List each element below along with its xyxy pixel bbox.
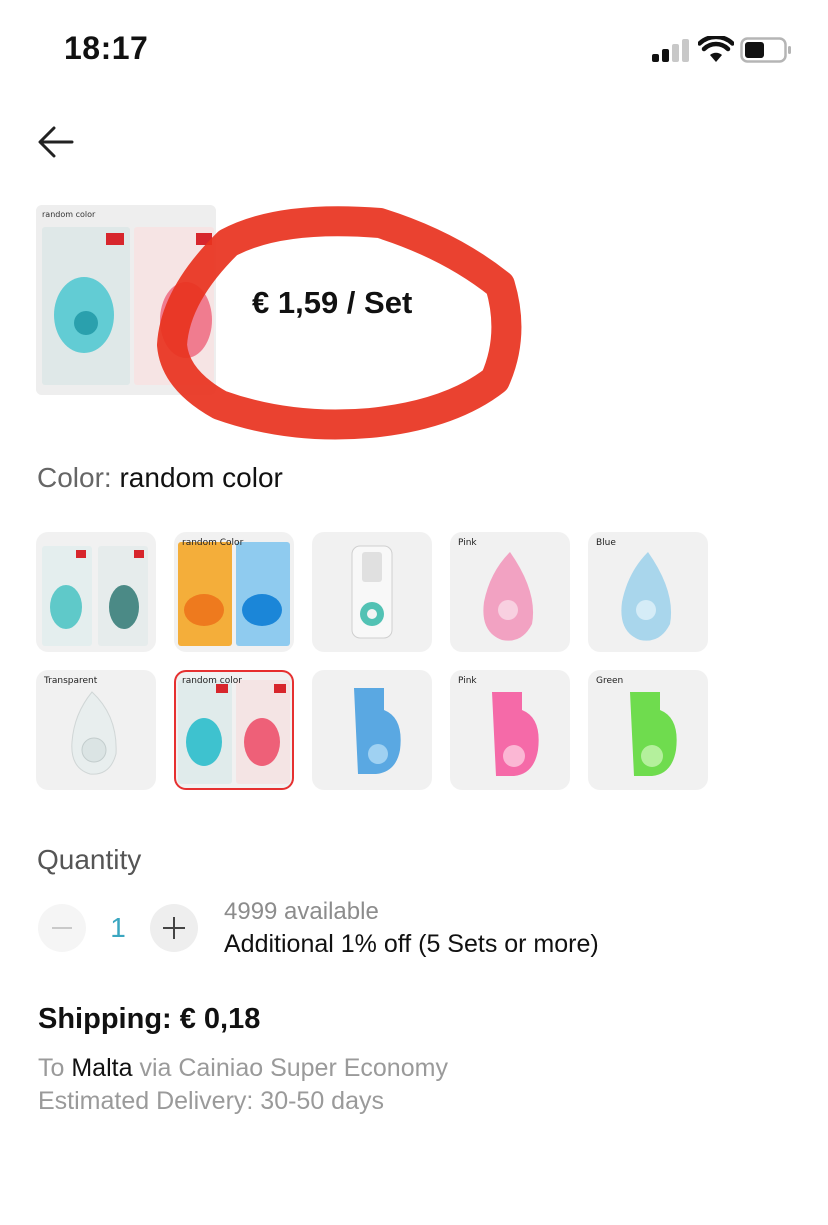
color-label: Color:: [37, 462, 120, 493]
estimated-delivery: Estimated Delivery: 30-50 days: [38, 1087, 384, 1115]
cellular-signal-icon: [652, 38, 692, 62]
color-option-tag: random Color: [182, 538, 244, 548]
quantity-title: Quantity: [37, 844, 142, 875]
status-bar: 18:17: [0, 0, 828, 90]
color-option-tag: Green: [596, 676, 624, 686]
color-option-tag: Pink: [458, 538, 477, 548]
color-value: random color: [119, 462, 283, 493]
color-swatch-grid: random Color Pink Blue Transparent rando…: [36, 532, 716, 790]
color-option-tag: Blue: [596, 538, 616, 548]
wifi-icon: [698, 36, 734, 62]
shipping-to-prefix: To: [38, 1054, 72, 1082]
bulk-discount: Additional 1% off (5 Sets or more): [224, 930, 599, 958]
color-option-tag: Pink: [458, 676, 477, 686]
shipping-carrier: via Cainiao Super Economy: [132, 1054, 448, 1082]
shipping-route: To Malta via Cainiao Super Economy: [38, 1054, 448, 1083]
price-annotation-circle: [157, 206, 522, 440]
color-option-4[interactable]: Pink: [450, 532, 570, 652]
back-arrow-icon[interactable]: [34, 118, 82, 166]
product-price: € 1,59 / Set: [252, 285, 413, 320]
color-option-8[interactable]: [312, 670, 432, 790]
color-option-tag: Transparent: [44, 676, 98, 686]
color-option-6[interactable]: Transparent: [36, 670, 156, 790]
color-option-tag: random color: [182, 676, 242, 686]
color-option-2[interactable]: random Color: [174, 532, 294, 652]
color-selector-title: Color: random color: [37, 462, 283, 494]
shipping-destination[interactable]: Malta: [71, 1054, 132, 1082]
stock-available: 4999 available: [224, 898, 379, 925]
svg-text:random color: random color: [42, 210, 96, 219]
color-option-9[interactable]: Pink: [450, 670, 570, 790]
color-option-5[interactable]: Blue: [588, 532, 708, 652]
color-option-1[interactable]: [36, 532, 156, 652]
color-option-10[interactable]: Green: [588, 670, 708, 790]
shipping-title[interactable]: Shipping: € 0,18: [38, 1003, 260, 1036]
minus-icon[interactable]: [38, 904, 86, 952]
color-option-7[interactable]: random color: [174, 670, 294, 790]
status-time: 18:17: [64, 30, 149, 66]
battery-icon: [740, 37, 791, 63]
color-option-3[interactable]: [312, 532, 432, 652]
quantity-value[interactable]: 1: [100, 912, 136, 944]
plus-icon[interactable]: [150, 904, 198, 952]
